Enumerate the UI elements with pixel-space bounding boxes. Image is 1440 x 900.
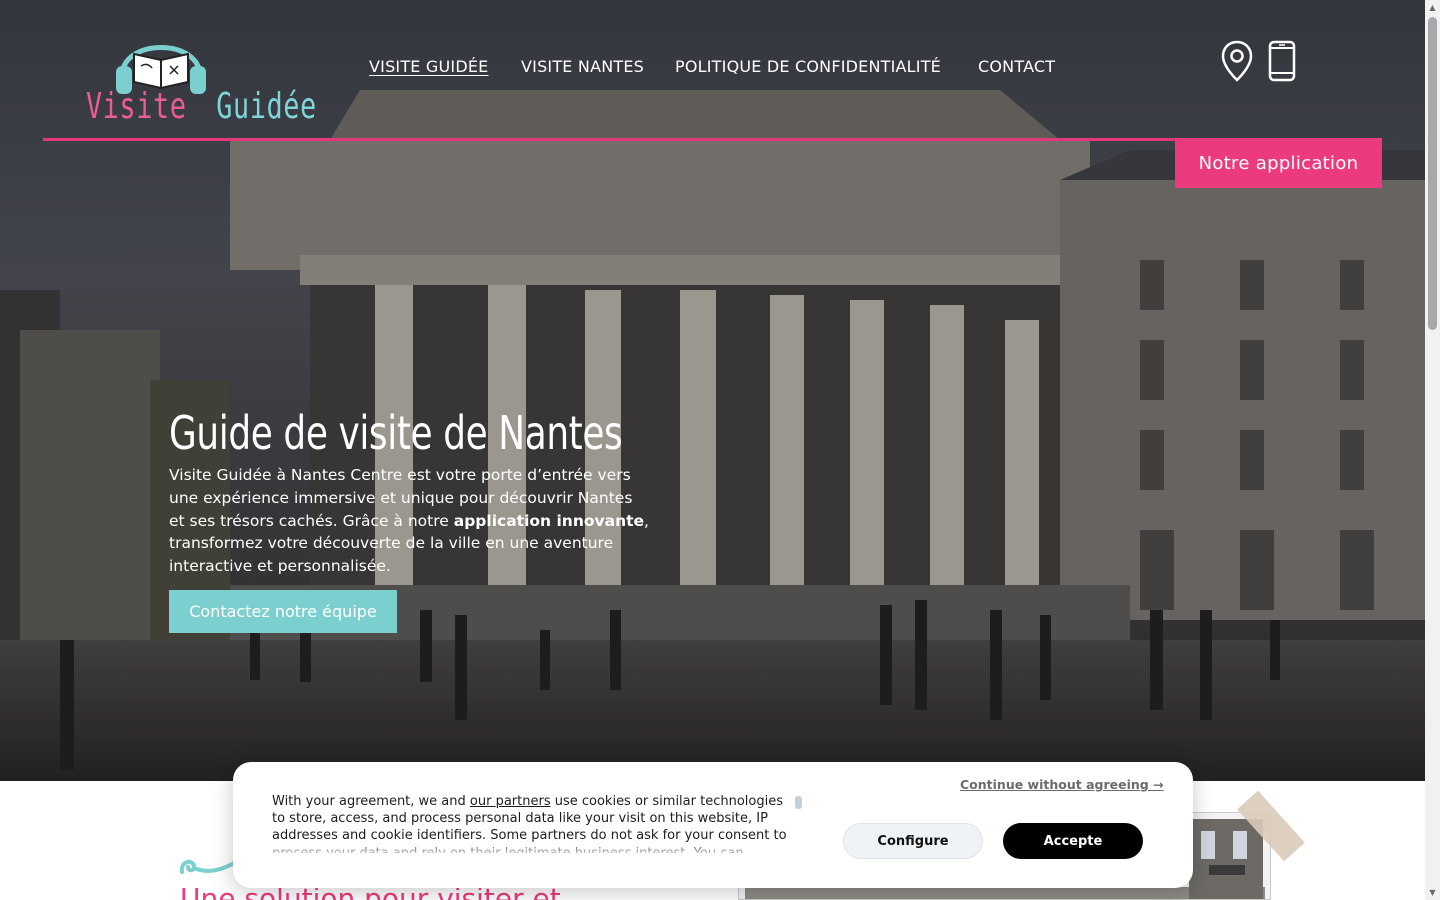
nav-item-contact[interactable]: CONTACT: [978, 57, 1055, 76]
accept-button[interactable]: Accepte: [1003, 823, 1143, 859]
nav-item-visite-nantes[interactable]: VISITE NANTES: [521, 57, 644, 76]
smartphone-icon[interactable]: [1268, 40, 1296, 82]
cookie-text-scrollbar[interactable]: [795, 796, 802, 809]
continue-without-agreeing-link[interactable]: Continue without agreeing →: [960, 777, 1164, 792]
cookie-text-fade: [272, 840, 794, 858]
logo-word-visite: Visite: [86, 86, 187, 127]
nav-item-visite-guidee[interactable]: VISITE GUIDÉE: [369, 57, 488, 76]
hero-description-bold: application innovante: [453, 511, 645, 530]
hero-section: Visite Guidée VISITE GUIDÉE VISITE NANTES…: [0, 0, 1425, 781]
decorative-swirl-icon: [179, 859, 238, 874]
scroll-down-arrow-icon[interactable]: ▼: [1425, 885, 1440, 900]
partners-link[interactable]: our partners: [470, 794, 551, 809]
our-app-button[interactable]: Notre application: [1175, 138, 1382, 188]
scroll-up-arrow-icon[interactable]: ▲: [1425, 0, 1440, 15]
nav-item-politique-confidentialite[interactable]: POLITIQUE DE CONFIDENTIALITÉ: [675, 57, 941, 76]
hero-title: Guide de visite de Nantes: [169, 406, 623, 460]
contact-team-button[interactable]: Contactez notre équipe: [169, 590, 397, 633]
location-pin-icon[interactable]: [1220, 40, 1254, 82]
configure-button[interactable]: Configure: [843, 823, 983, 859]
cookie-consent-banner: With your agreement, we and our partners…: [233, 762, 1193, 888]
cookie-text-intro: With your agreement, we and: [272, 794, 470, 809]
logo-wordmark[interactable]: Visite Guidée: [86, 86, 317, 127]
logo-word-guidee: Guidée: [216, 86, 317, 127]
scrollbar-thumb[interactable]: [1428, 17, 1437, 330]
hero-description: Visite Guidée à Nantes Centre est votre …: [169, 464, 651, 578]
page-scrollbar[interactable]: ▲ ▼: [1425, 0, 1440, 900]
